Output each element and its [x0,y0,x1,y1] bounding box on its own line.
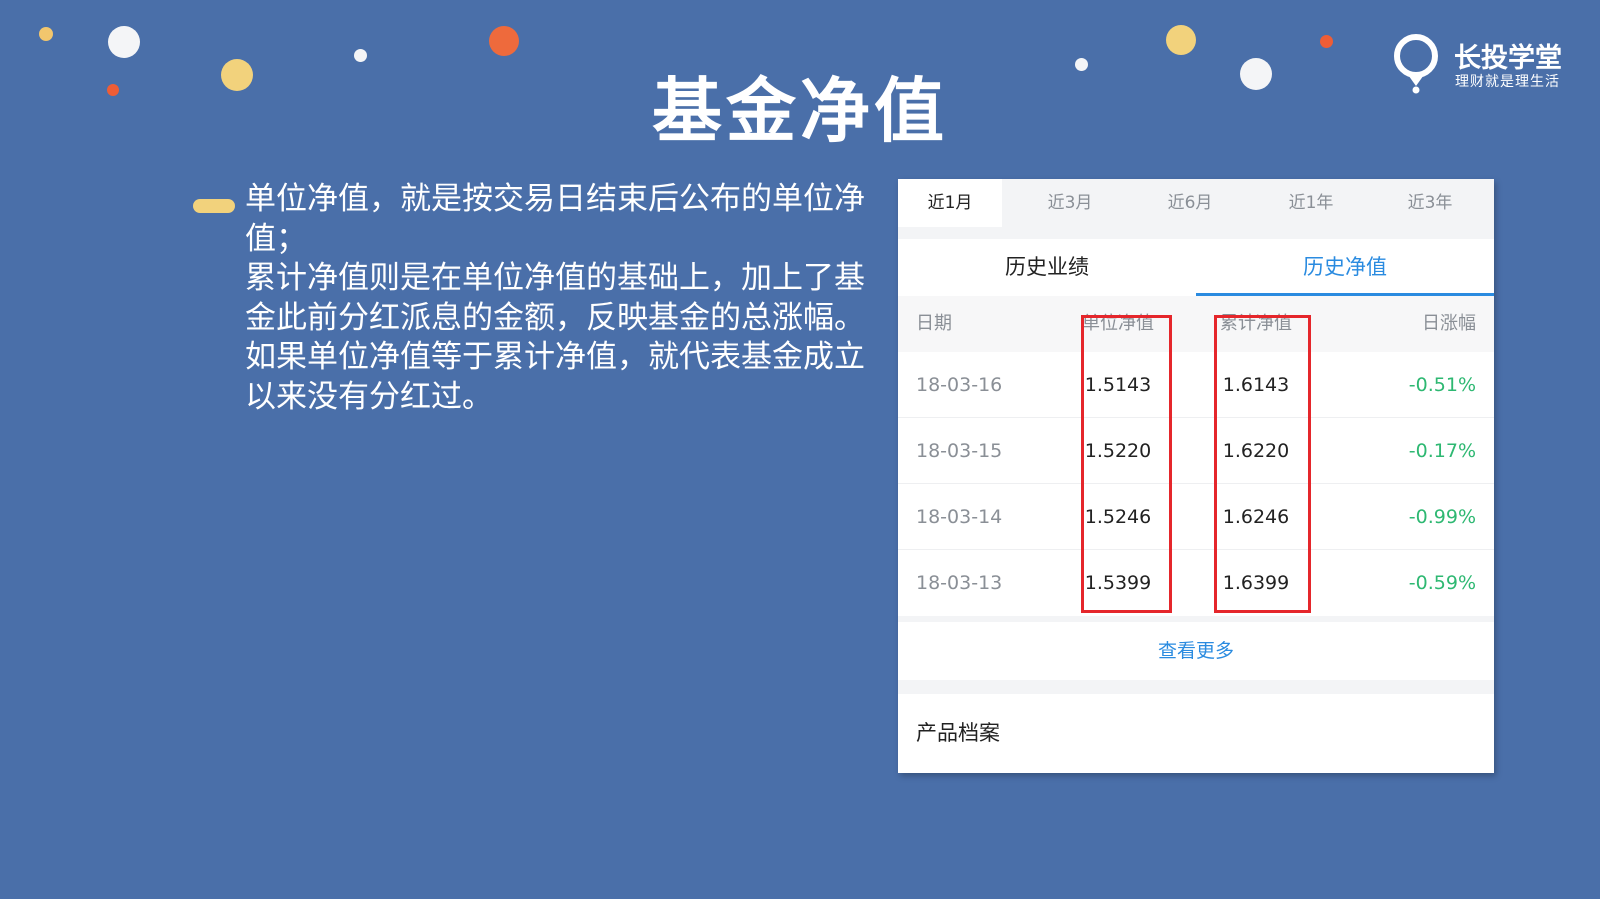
product-archive-label[interactable]: 产品档案 [916,694,1000,773]
column-header-daily-change: 日涨幅 [1422,313,1476,334]
description-paragraph: 如果单位净值等于累计净值，就代表基金成立以来没有分红过。 [245,339,865,415]
page-title: 基金净值 [652,70,948,152]
cell-date: 18-03-15 [916,440,1003,462]
range-tab-1m[interactable]: 近1月 [898,179,1002,227]
decor-dot [108,26,140,58]
table-row: 18-03-15 1.5220 1.6220 -0.17% [898,418,1494,484]
range-tab-1y[interactable]: 近1年 [1259,179,1363,227]
cell-daily-change: -0.59% [1408,572,1476,594]
range-tab-3m[interactable]: 近3月 [1018,179,1122,227]
table-row: 18-03-14 1.5246 1.6246 -0.99% [898,484,1494,550]
highlight-accumulated-nav-column [1214,315,1311,613]
highlight-unit-nav-column [1081,315,1172,613]
table-header: 日期 单位净值 累计净值 日涨幅 [898,296,1494,352]
cell-date: 18-03-14 [916,506,1003,528]
description-paragraph: 累计净值则是在单位净值的基础上，加上了基金此前分红派息的金额，反映基金的总涨幅。 [245,260,865,336]
nav-table-body: 18-03-16 1.5143 1.6143 -0.51% 18-03-15 1… [898,352,1494,616]
decor-dot [489,26,519,56]
sub-tab-bar: 历史业绩 历史净值 [898,239,1494,295]
description-block: 单位净值，就是按交易日结束后公布的单位净值； 累计净值则是在单位净值的基础上，加… [245,180,865,417]
tab-history-nav[interactable]: 历史净值 [1196,239,1494,295]
cell-date: 18-03-13 [916,572,1003,594]
divider [898,680,1494,694]
range-tab-6m[interactable]: 近6月 [1138,179,1242,227]
fund-nav-card: 近1月 近3月 近6月 近1年 近3年 历史业绩 历史净值 日期 单位净值 累计… [898,179,1494,773]
decor-dot [1166,25,1196,55]
cell-date: 18-03-16 [916,374,1003,396]
table-row: 18-03-13 1.5399 1.6399 -0.59% [898,550,1494,616]
cell-daily-change: -0.51% [1408,374,1476,396]
bullet-marker [193,199,235,213]
column-header-date: 日期 [916,313,952,334]
divider [898,227,1494,239]
cell-daily-change: -0.99% [1408,506,1476,528]
cell-daily-change: -0.17% [1408,440,1476,462]
view-more-link[interactable]: 查看更多 [898,622,1494,680]
tab-history-performance[interactable]: 历史业绩 [898,239,1196,295]
description-paragraph: 单位净值，就是按交易日结束后公布的单位净值； [245,181,865,257]
table-row: 18-03-16 1.5143 1.6143 -0.51% [898,352,1494,418]
range-tab-bar: 近1月 近3月 近6月 近1年 近3年 [898,179,1494,227]
decor-dot [1320,35,1333,48]
range-tab-3y[interactable]: 近3年 [1378,179,1482,227]
decor-dot [39,27,53,41]
